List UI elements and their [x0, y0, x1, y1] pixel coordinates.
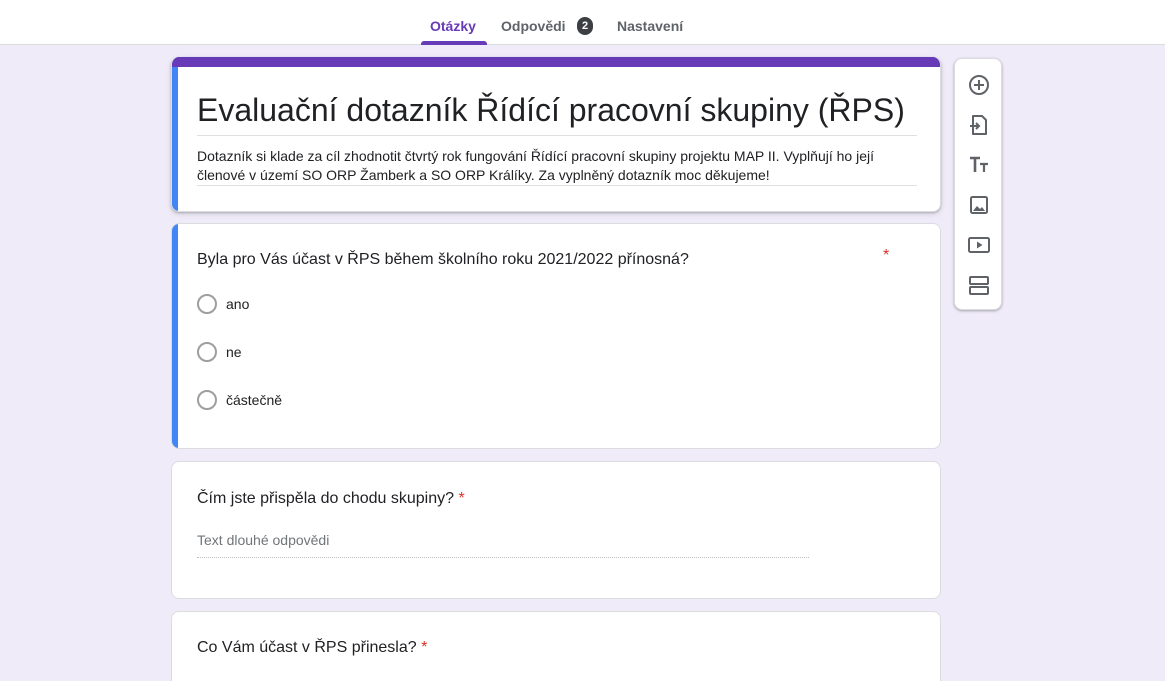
add-question-button[interactable] [964, 70, 994, 100]
long-answer-field[interactable]: Text dlouhé odpovědi [197, 532, 809, 558]
radio-button[interactable] [197, 294, 217, 314]
tab-active-indicator [421, 41, 487, 45]
import-questions-button[interactable] [964, 110, 994, 140]
title-card-accent-strip [172, 57, 940, 67]
question-card-3[interactable]: Co Vám účast v ŘPS přinesla? * [171, 611, 941, 681]
required-asterisk: * [458, 490, 465, 507]
question-title: Co Vám účast v ŘPS přinesla? * [197, 639, 427, 657]
option-label: částečně [226, 392, 283, 408]
question-title-text: Co Vám účast v ŘPS přinesla? [197, 639, 417, 656]
tab-settings[interactable]: Nastavení [617, 0, 683, 45]
required-asterisk: * [421, 639, 428, 656]
tab-questions[interactable]: Otázky [430, 0, 476, 45]
question-title: Čím jste přispěla do chodu skupiny? * [197, 490, 465, 508]
radio-button[interactable] [197, 342, 217, 362]
tab-responses[interactable]: Odpovědi [501, 0, 566, 45]
add-question-icon [969, 75, 989, 95]
add-image-icon [970, 196, 988, 214]
question-card-1[interactable]: Byla pro Vás účast v ŘPS během školního … [171, 223, 941, 449]
form-title-card[interactable]: Evaluační dotazník Řídící pracovní skupi… [171, 57, 941, 212]
responses-count-badge: 2 [577, 17, 593, 35]
top-bar: Otázky Odpovědi 2 Nastavení [0, 0, 1165, 45]
add-video-icon [968, 237, 990, 253]
question-card-2[interactable]: Čím jste přispěla do chodu skupiny? * Te… [171, 461, 941, 599]
form-description[interactable]: Dotazník si klade za cíl zhodnotit čtvrt… [197, 147, 917, 185]
floating-toolbar [954, 58, 1002, 310]
form-title[interactable]: Evaluační dotazník Řídící pracovní skupi… [197, 89, 917, 131]
add-title-button[interactable] [964, 150, 994, 180]
option-label: ano [226, 296, 250, 312]
title-underline [197, 135, 917, 136]
add-title-icon [970, 156, 988, 172]
required-asterisk: * [883, 247, 890, 264]
add-image-button[interactable] [964, 190, 994, 220]
question-title: Byla pro Vás účast v ŘPS během školního … [197, 251, 689, 268]
add-video-button[interactable] [964, 230, 994, 260]
option-label: ne [226, 344, 242, 360]
add-section-button[interactable] [964, 270, 994, 300]
add-section-icon [969, 276, 989, 295]
radio-button[interactable] [197, 390, 217, 410]
import-questions-icon [970, 115, 987, 135]
question-title-text: Čím jste přispěla do chodu skupiny? [197, 490, 455, 507]
description-underline [197, 185, 917, 186]
